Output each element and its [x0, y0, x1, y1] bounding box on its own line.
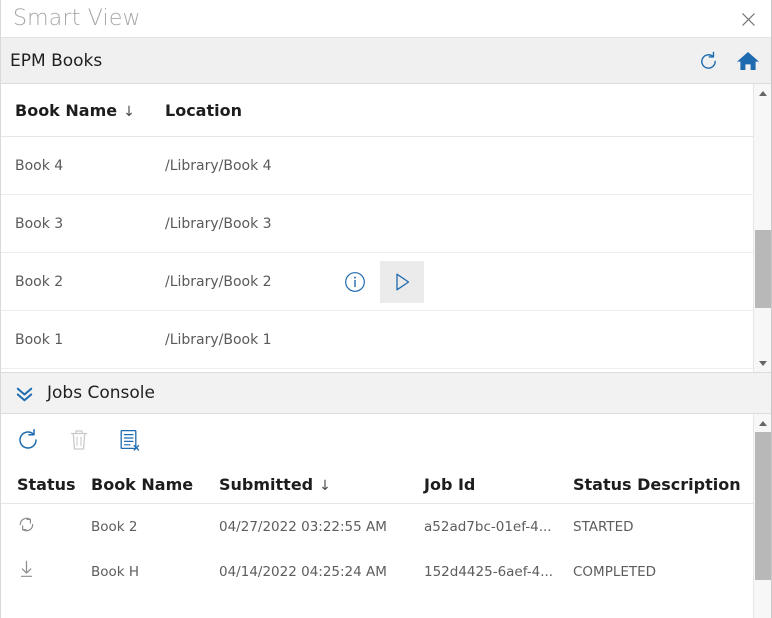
- book-name-cell: Book 4: [15, 157, 64, 174]
- play-icon[interactable]: [380, 260, 424, 303]
- home-icon[interactable]: [735, 48, 761, 74]
- jobs-col-status-description-label: Status Description: [573, 475, 741, 494]
- table-row[interactable]: Book 4 /Library/Book 4: [1, 137, 753, 195]
- table-row[interactable]: Book 3 /Library/Book 3: [1, 195, 753, 253]
- jobs-col-status-description[interactable]: Status Description: [573, 475, 753, 494]
- jobs-col-book-name-label: Book Name: [91, 475, 194, 494]
- book-location-cell: /Library/Book 3: [165, 215, 272, 232]
- books-scroll-thumb[interactable]: [754, 230, 771, 308]
- download-icon: [17, 559, 36, 584]
- jobs-table-region: Status Book Name Submitted ↓ Job Id Stat…: [1, 414, 771, 618]
- double-chevron-down-icon[interactable]: [1, 372, 47, 414]
- table-row[interactable]: Book H 04/14/2022 04:25:24 AM 152d4425-6…: [1, 549, 753, 594]
- jobs-inner: Status Book Name Submitted ↓ Job Id Stat…: [1, 414, 753, 618]
- refresh-icon[interactable]: [15, 427, 41, 453]
- books-table: Book Name ↓ Location Book 4 /Library/Boo…: [1, 84, 753, 372]
- job-status-cell: [1, 559, 91, 584]
- job-submitted-cell: 04/27/2022 03:22:55 AM: [219, 518, 387, 535]
- book-row-actions: [340, 260, 753, 303]
- page-title: Smart View: [13, 6, 141, 31]
- books-col-book-name[interactable]: Book Name ↓: [15, 101, 165, 120]
- jobs-col-book-name[interactable]: Book Name: [91, 475, 219, 494]
- close-icon[interactable]: [733, 4, 763, 34]
- books-table-header: Book Name ↓ Location: [1, 84, 753, 137]
- book-name-cell: Book 1: [15, 331, 64, 348]
- books-col-location[interactable]: Location: [165, 101, 340, 120]
- books-vertical-scrollbar[interactable]: [753, 84, 771, 372]
- jobs-col-job-id-label: Job Id: [424, 475, 476, 494]
- epm-books-title: EPM Books: [10, 50, 103, 71]
- jobs-console-bar[interactable]: Jobs Console: [1, 372, 771, 414]
- jobs-console-title: Jobs Console: [47, 383, 155, 403]
- books-col-location-label: Location: [165, 100, 242, 120]
- job-book-name-cell: Book H: [91, 563, 140, 580]
- scroll-up-arrow-icon[interactable]: [754, 414, 772, 432]
- smart-view-window: Smart View EPM Books Book Name ↓ Locatio…: [0, 0, 772, 618]
- scroll-down-arrow-icon[interactable]: [754, 354, 772, 372]
- job-status-cell: [1, 515, 91, 539]
- title-bar: Smart View: [1, 0, 771, 38]
- jobs-scroll-track[interactable]: [754, 432, 772, 618]
- job-id-cell: a52ad7bc-01ef-4...: [424, 518, 552, 535]
- in-progress-icon: [17, 515, 36, 539]
- sort-descending-icon: ↓: [319, 478, 331, 494]
- jobs-col-submitted-label: Submitted: [219, 475, 314, 494]
- epm-books-bar-actions: [695, 38, 761, 84]
- jobs-vertical-scrollbar[interactable]: [753, 414, 771, 618]
- info-icon[interactable]: [340, 267, 370, 297]
- book-location-cell: /Library/Book 4: [165, 157, 272, 174]
- clear-list-icon[interactable]: [117, 427, 143, 453]
- book-location-cell: /Library/Book 1: [165, 331, 272, 348]
- jobs-col-job-id[interactable]: Job Id: [424, 475, 573, 494]
- sort-descending-icon: ↓: [123, 103, 135, 120]
- job-status-description-cell: STARTED: [573, 518, 634, 535]
- table-row[interactable]: Book 2 /Library/Book 2: [1, 253, 753, 311]
- job-status-description-cell: COMPLETED: [573, 563, 657, 580]
- job-book-name-cell: Book 2: [91, 518, 138, 535]
- jobs-col-status-label: Status: [17, 475, 76, 494]
- job-submitted-cell: 04/14/2022 04:25:24 AM: [219, 563, 387, 580]
- book-name-cell: Book 2: [15, 273, 64, 290]
- scroll-up-arrow-icon[interactable]: [754, 84, 772, 102]
- book-name-cell: Book 3: [15, 215, 64, 232]
- jobs-col-status[interactable]: Status: [17, 475, 76, 494]
- epm-books-bar: EPM Books: [1, 38, 771, 84]
- books-col-book-name-label: Book Name: [15, 100, 118, 120]
- book-location-cell: /Library/Book 2: [165, 273, 272, 290]
- delete-icon: [66, 427, 92, 453]
- jobs-table-header: Status Book Name Submitted ↓ Job Id Stat…: [1, 466, 753, 504]
- job-id-cell: 152d4425-6aef-4...: [424, 563, 554, 580]
- jobs-col-submitted[interactable]: Submitted ↓: [219, 475, 424, 494]
- books-table-region: Book Name ↓ Location Book 4 /Library/Boo…: [1, 84, 771, 372]
- jobs-toolbar: [1, 414, 753, 466]
- refresh-icon[interactable]: [695, 48, 721, 74]
- table-row[interactable]: Book 1 /Library/Book 1: [1, 311, 753, 369]
- jobs-scroll-thumb[interactable]: [754, 432, 771, 580]
- table-row[interactable]: Book 2 04/27/2022 03:22:55 AM a52ad7bc-0…: [1, 504, 753, 549]
- books-scroll-track[interactable]: [754, 102, 772, 354]
